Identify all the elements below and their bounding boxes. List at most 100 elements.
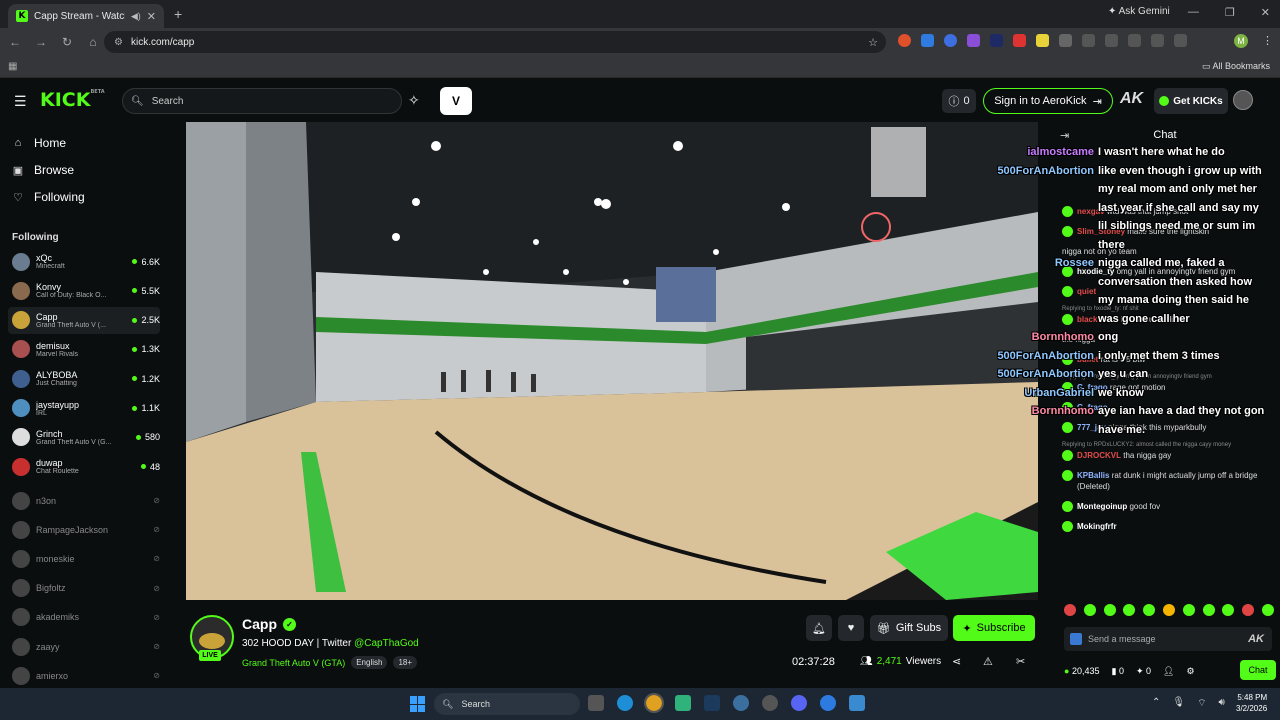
extension-icon[interactable] bbox=[898, 34, 911, 47]
v-button[interactable]: V bbox=[440, 87, 472, 115]
share-icon[interactable]: ⋖ bbox=[952, 655, 961, 668]
chat-username[interactable]: Mokingfrfr bbox=[1077, 522, 1117, 531]
report-icon[interactable]: ⚠ bbox=[983, 655, 993, 668]
app-icon[interactable] bbox=[849, 695, 865, 711]
gift-subs-button[interactable]: 🎁︎ Gift Subs bbox=[870, 615, 948, 641]
aerokick-logo[interactable]: AK bbox=[1120, 90, 1143, 108]
chrome-icon[interactable] bbox=[644, 693, 664, 713]
sidepanel-icon[interactable] bbox=[1082, 34, 1095, 47]
kick-logo[interactable]: KICKBETA bbox=[40, 89, 105, 111]
extension-icon[interactable] bbox=[944, 34, 957, 47]
extension-icon[interactable] bbox=[921, 34, 934, 47]
link-icon[interactable] bbox=[1105, 34, 1118, 47]
following-channel-row[interactable]: xQc Minecraft 6.6K bbox=[8, 248, 160, 275]
apps-icon[interactable]: ▦ bbox=[8, 61, 17, 72]
chat-message[interactable]: 777_jay nigga think this myparkbully bbox=[1062, 422, 1274, 433]
offline-channel-row[interactable]: akademiks ⊘ bbox=[8, 604, 160, 631]
offline-channel-row[interactable]: moneskie ⊘ bbox=[8, 545, 160, 572]
signin-button[interactable]: Sign in to AeroKick ⇥ bbox=[983, 88, 1113, 114]
app-icon[interactable] bbox=[675, 695, 691, 711]
emote-icon[interactable] bbox=[1222, 604, 1235, 616]
get-kicks-button[interactable]: Get KICKs bbox=[1154, 88, 1228, 114]
app-icon[interactable] bbox=[733, 695, 749, 711]
emote-icon[interactable] bbox=[1083, 604, 1096, 616]
steam-icon[interactable] bbox=[704, 695, 720, 711]
reload-icon[interactable]: ↻ bbox=[56, 35, 78, 49]
twitter-handle[interactable]: @CapThaGod bbox=[354, 638, 419, 649]
extension-icon[interactable] bbox=[967, 34, 980, 47]
chat-message[interactable]: Montegoinup good fov bbox=[1062, 501, 1274, 512]
video-player[interactable] bbox=[186, 122, 1038, 600]
extension-icon[interactable] bbox=[1036, 34, 1049, 47]
extension-icon[interactable] bbox=[990, 34, 1003, 47]
following-channel-row[interactable]: Capp Grand Theft Auto V (... 2.5K bbox=[8, 306, 160, 334]
profile-avatar[interactable]: M bbox=[1234, 34, 1248, 48]
emote-icon[interactable] bbox=[1103, 604, 1116, 616]
language-tag[interactable]: English bbox=[351, 656, 388, 669]
emote-icon[interactable] bbox=[1143, 604, 1156, 616]
close-tab-icon[interactable]: ✕ bbox=[147, 10, 156, 23]
channel-name[interactable]: Capp ✓ bbox=[242, 616, 296, 632]
clip-icon[interactable]: ✂ bbox=[1016, 655, 1025, 668]
tab-search-icon[interactable] bbox=[1174, 34, 1187, 47]
chat-username[interactable]: quiet bbox=[1077, 287, 1096, 296]
volume-icon[interactable]: 🔊︎ bbox=[1219, 697, 1225, 710]
offline-channel-row[interactable]: RampageJackson ⊘ bbox=[8, 516, 160, 543]
notification-counter[interactable]: ⓘ 0 bbox=[942, 89, 976, 113]
offline-channel-row[interactable]: zaayy ⊘ bbox=[8, 633, 160, 660]
subscribe-button[interactable]: ✦ Subscribe bbox=[953, 615, 1035, 641]
following-channel-row[interactable]: Grinch Grand Theft Auto V (G... 580 bbox=[8, 424, 160, 451]
close-window-icon[interactable]: ✕ bbox=[1261, 6, 1270, 19]
app-icon[interactable] bbox=[762, 695, 778, 711]
user-avatar[interactable] bbox=[1233, 90, 1253, 110]
emote-icon[interactable] bbox=[1261, 604, 1274, 616]
site-info-icon[interactable]: ⚙ bbox=[114, 37, 123, 48]
offline-channel-row[interactable]: n3on ⊘ bbox=[8, 487, 160, 514]
kicks-balance[interactable]: ● 20,435 bbox=[1064, 666, 1099, 676]
chat-message[interactable]: Mokingfrfr bbox=[1062, 521, 1274, 532]
browser-menu-icon[interactable]: ⋮ bbox=[1262, 34, 1273, 47]
download-icon[interactable] bbox=[1151, 34, 1164, 47]
extension-icon[interactable] bbox=[1013, 34, 1026, 47]
chevron-up-icon[interactable]: ⌃ bbox=[1152, 697, 1160, 710]
chat-message[interactable]: KPBallis rat dunk i might actually jump … bbox=[1062, 470, 1274, 492]
user-icon[interactable]: 👤︎ bbox=[1163, 666, 1174, 677]
address-bar[interactable]: ⚙ kick.com/capp ☆ bbox=[104, 31, 886, 53]
sidebar-item-home[interactable]: ⌂ Home bbox=[12, 136, 66, 150]
emote-icon[interactable] bbox=[1064, 604, 1076, 616]
following-channel-row[interactable]: duwap Chat Roulette 48 bbox=[8, 453, 160, 480]
offline-channel-row[interactable]: Bigfoltz ⊘ bbox=[8, 575, 160, 602]
points-counter[interactable]: ▮ 0 bbox=[1111, 666, 1123, 677]
chat-message[interactable]: DJROCKVL tha nigga gay bbox=[1062, 450, 1274, 461]
windows-start-icon[interactable] bbox=[410, 696, 426, 712]
menu-icon[interactable]: ☰ bbox=[14, 93, 27, 110]
search-input[interactable]: 🔍︎ Search bbox=[122, 88, 402, 114]
sidebar-item-following[interactable]: ♡ Following bbox=[12, 190, 85, 204]
notify-bell-button[interactable]: 🔔︎ bbox=[806, 615, 832, 641]
following-channel-row[interactable]: ALYBOBA Just Chatting 1.2K bbox=[8, 365, 160, 392]
new-tab-icon[interactable]: + bbox=[174, 6, 182, 22]
emote-picker-icon[interactable] bbox=[1070, 633, 1082, 645]
chat-username[interactable]: Montegoinup bbox=[1077, 502, 1127, 511]
maximize-icon[interactable]: ❐ bbox=[1225, 6, 1235, 19]
bookmark-star-icon[interactable]: ☆ bbox=[868, 36, 878, 49]
bookmark-icon[interactable] bbox=[1128, 34, 1141, 47]
emote-icon[interactable] bbox=[1242, 604, 1255, 616]
back-icon[interactable]: ← bbox=[4, 35, 26, 49]
following-channel-row[interactable]: jaystayupp IRL 1.1K bbox=[8, 395, 160, 422]
emote-icon[interactable] bbox=[1162, 604, 1175, 616]
all-bookmarks-button[interactable]: ▭ All Bookmarks bbox=[1202, 61, 1270, 72]
taskbar-clock[interactable]: 5:48 PM 3/2/2026 bbox=[1236, 692, 1267, 714]
sparkle-icon[interactable]: ✧ bbox=[408, 92, 420, 109]
forward-icon[interactable]: → bbox=[30, 35, 52, 49]
minimize-icon[interactable]: — bbox=[1188, 6, 1199, 19]
chat-username[interactable]: KPBallis bbox=[1077, 471, 1109, 480]
app-icon[interactable] bbox=[820, 695, 836, 711]
chat-input[interactable]: Send a message AK bbox=[1064, 627, 1272, 651]
sparkle-counter[interactable]: ✦ 0 bbox=[1136, 666, 1151, 677]
category-link[interactable]: Grand Theft Auto V (GTA) bbox=[242, 658, 345, 668]
browser-tab[interactable]: K Capp Stream - Watch Live ... ◀) ✕ bbox=[8, 4, 164, 28]
emote-icon[interactable] bbox=[1123, 604, 1136, 616]
ask-gemini-button[interactable]: ✦ Ask Gemini bbox=[1108, 6, 1170, 17]
puzzle-icon[interactable] bbox=[1059, 34, 1072, 47]
